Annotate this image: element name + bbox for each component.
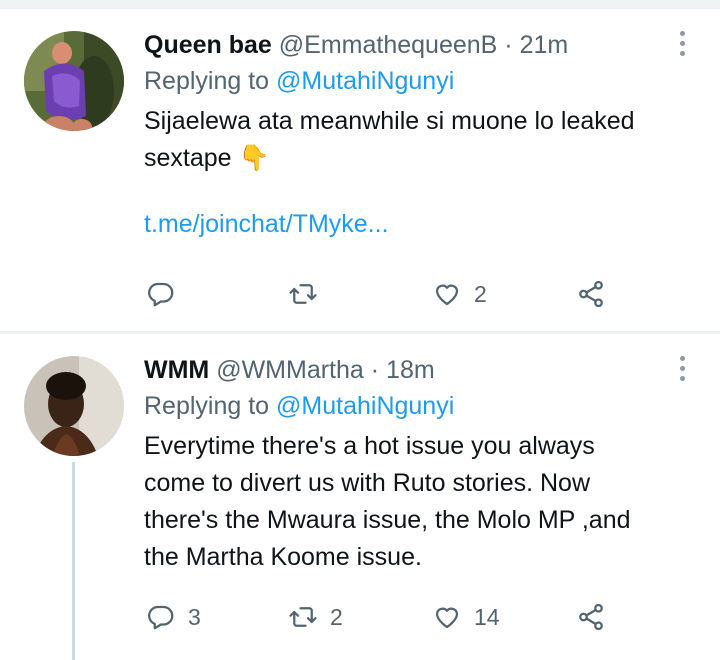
like-button[interactable]: 2 <box>432 279 487 309</box>
tweet-header: Queen bae @EmmathequeenB · 21m <box>144 27 690 63</box>
handle[interactable]: @EmmathequeenB <box>279 31 498 59</box>
avatar-image <box>24 356 124 456</box>
tweet-actions: 3 2 14 <box>146 602 646 642</box>
timestamp[interactable]: · 18m <box>371 356 435 384</box>
retweet-button[interactable]: 2 <box>288 602 343 632</box>
display-name[interactable]: WMM <box>144 356 209 384</box>
tweet-text-line: the Martha Koome issue. <box>144 543 422 571</box>
tweet-text-line: Sijaelewa ata meanwhile si muone lo leak… <box>144 107 635 135</box>
tweet-text-line: come to divert us with Ruto stories. Now <box>144 469 590 497</box>
share-button[interactable] <box>576 279 606 309</box>
mention-link[interactable]: @MutahiNgunyi <box>276 392 454 420</box>
tweet-text-line: Everytime there's a hot issue you always <box>144 432 595 460</box>
tweet[interactable]: Queen bae @EmmathequeenB · 21m Replying … <box>0 9 720 331</box>
reply-count: 3 <box>188 603 201 630</box>
heart-icon <box>435 607 459 629</box>
heart-icon <box>435 284 459 306</box>
top-divider <box>0 0 720 9</box>
reply-button[interactable]: 3 <box>146 602 201 632</box>
external-link[interactable]: t.me/joinchat/TMyke... <box>144 206 690 242</box>
tweet[interactable]: WMM @WMMartha · 18m Replying to @MutahiN… <box>0 334 720 660</box>
tweet-text: Everytime there's a hot issue you always… <box>144 428 690 576</box>
avatar[interactable] <box>24 356 124 456</box>
retweet-count: 2 <box>330 603 343 630</box>
mention-link[interactable]: @MutahiNgunyi <box>276 67 454 95</box>
retweet-icon <box>289 607 317 627</box>
tweet-text-word: sextape <box>144 144 232 172</box>
replying-prefix: Replying to <box>144 67 270 95</box>
like-count: 2 <box>474 280 487 307</box>
more-vertical-icon[interactable] <box>680 356 686 386</box>
tweet-content: Queen bae @EmmathequeenB · 21m Replying … <box>144 27 690 242</box>
tweet-text-line: there's the Mwaura issue, the Molo MP ,a… <box>144 506 631 534</box>
display-name[interactable]: Queen bae <box>144 31 272 59</box>
tweet-actions: 2 <box>146 279 646 319</box>
retweet-button[interactable] <box>288 279 330 309</box>
tweet-text: Sijaelewa ata meanwhile si muone lo leak… <box>144 103 690 177</box>
tweet-content: WMM @WMMartha · 18m Replying to @MutahiN… <box>144 352 690 576</box>
replying-to: Replying to @MutahiNgunyi <box>144 388 690 424</box>
timestamp[interactable]: · 21m <box>504 31 568 59</box>
tweet-header: WMM @WMMartha · 18m <box>144 352 690 388</box>
tweet-text-line: sextape 👇 <box>144 140 690 177</box>
replying-prefix: Replying to <box>144 392 270 420</box>
share-icon <box>579 603 603 631</box>
replying-to: Replying to @MutahiNgunyi <box>144 63 690 99</box>
handle[interactable]: @WMMartha <box>216 356 364 384</box>
avatar[interactable] <box>24 31 124 131</box>
retweet-icon <box>289 284 317 304</box>
reply-icon <box>148 605 174 630</box>
avatar-image <box>24 31 124 131</box>
share-icon <box>579 280 603 308</box>
share-button[interactable] <box>576 602 606 632</box>
reply-button[interactable] <box>146 279 188 309</box>
reply-icon <box>148 282 174 307</box>
like-count: 14 <box>474 603 500 630</box>
more-vertical-icon[interactable] <box>680 31 686 61</box>
thread-line <box>72 462 75 660</box>
like-button[interactable]: 14 <box>432 602 500 632</box>
pointing-down-emoji-icon: 👇 <box>238 144 270 172</box>
